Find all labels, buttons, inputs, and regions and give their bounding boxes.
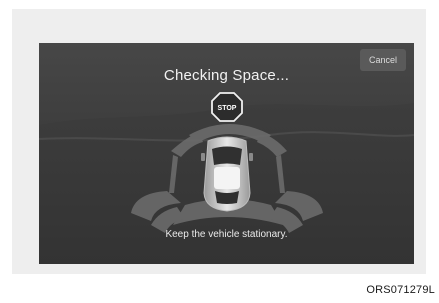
cancel-button[interactable]: Cancel	[360, 49, 406, 71]
car-top-view-icon	[201, 136, 253, 212]
svg-text:STOP: STOP	[218, 105, 237, 112]
figure-code: ORS071279L	[366, 284, 435, 296]
parking-assist-screen: STOP Checking Space... Cancel Keep the v…	[39, 43, 414, 264]
stop-sign-icon: STOP	[211, 92, 243, 122]
screen-title: Checking Space...	[163, 67, 290, 84]
instruction-text: Keep the vehicle stationary.	[165, 229, 288, 240]
